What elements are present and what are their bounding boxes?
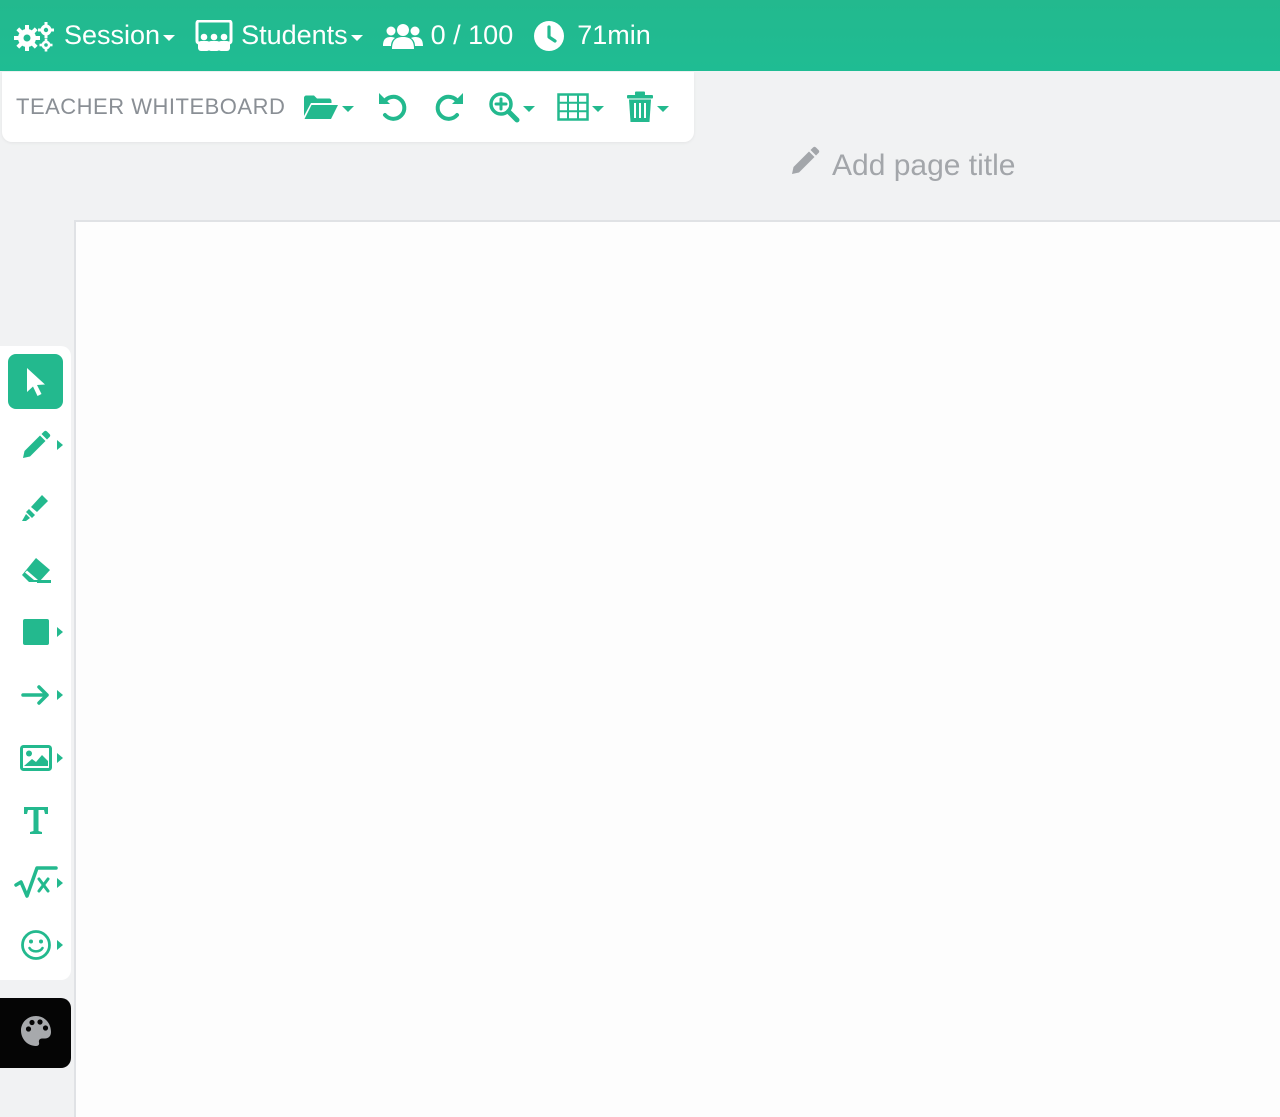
grid-button[interactable] [557, 93, 605, 121]
pen-tool[interactable] [8, 417, 63, 472]
chevron-down-icon [592, 106, 605, 112]
session-menu[interactable]: Session [14, 20, 176, 52]
cursor-arrow-icon [23, 366, 49, 398]
participants-count: 0 / 100 [382, 20, 514, 51]
text-tool[interactable] [8, 792, 63, 847]
highlighter-icon [20, 491, 52, 523]
undo-icon [376, 90, 410, 124]
square-root-icon [13, 865, 58, 901]
grid-icon [557, 93, 590, 121]
gears-icon [14, 20, 56, 52]
chevron-down-icon [657, 106, 670, 112]
open-file-button[interactable] [303, 94, 355, 120]
tool-rail [0, 346, 71, 980]
top-bar: Session Students 0 / 100 71min [0, 0, 1280, 71]
expand-arrow-icon [57, 439, 63, 450]
image-icon [19, 744, 52, 771]
page-title-editor[interactable]: Add page title [788, 146, 1015, 186]
expand-arrow-icon [57, 752, 63, 763]
zoom-button[interactable] [488, 91, 536, 123]
smiley-icon [20, 929, 52, 961]
zoom-in-icon [488, 91, 520, 123]
highlighter-tool[interactable] [8, 479, 63, 534]
participants-count-text: 0 / 100 [430, 20, 514, 50]
eraser-tool[interactable] [8, 542, 63, 597]
expand-arrow-icon [57, 939, 63, 950]
math-tool[interactable] [8, 855, 63, 910]
page-title-placeholder: Add page title [832, 149, 1016, 182]
clock-icon [533, 20, 565, 52]
select-tool[interactable] [8, 354, 63, 409]
palette-icon [19, 1014, 53, 1053]
users-icon [382, 22, 423, 50]
undo-button[interactable] [376, 90, 410, 124]
students-menu[interactable]: Students [195, 19, 363, 52]
chevron-down-icon [350, 34, 363, 41]
whiteboard-canvas[interactable] [74, 220, 1280, 1117]
redo-button[interactable] [432, 90, 466, 124]
chevron-down-icon [523, 106, 536, 112]
chevron-down-icon [163, 34, 176, 41]
color-palette-button[interactable] [0, 998, 71, 1068]
students-label: Students [241, 20, 348, 50]
classroom-icon [195, 19, 233, 52]
redo-icon [432, 90, 466, 124]
arrow-tool[interactable] [8, 667, 63, 722]
folder-open-icon [303, 94, 339, 120]
emoji-tool[interactable] [8, 917, 63, 972]
square-icon [21, 617, 51, 647]
timer-text: 71min [577, 20, 651, 50]
eraser-icon [19, 555, 53, 585]
expand-arrow-icon [57, 877, 63, 888]
pencil-icon [20, 429, 52, 461]
arrow-right-icon [20, 683, 52, 707]
expand-arrow-icon [57, 626, 63, 637]
chevron-down-icon [342, 106, 355, 112]
trash-icon [626, 91, 654, 123]
image-tool[interactable] [8, 730, 63, 785]
whiteboard-title: TEACHER WHITEBOARD [16, 94, 286, 119]
pencil-icon [788, 146, 820, 186]
shape-tool[interactable] [8, 604, 63, 659]
session-label: Session [64, 20, 161, 50]
delete-button[interactable] [626, 91, 670, 123]
expand-arrow-icon [57, 689, 63, 700]
whiteboard-toolbar: TEACHER WHITEBOARD [2, 72, 694, 142]
session-timer: 71min [533, 20, 651, 52]
text-t-icon [21, 804, 51, 836]
